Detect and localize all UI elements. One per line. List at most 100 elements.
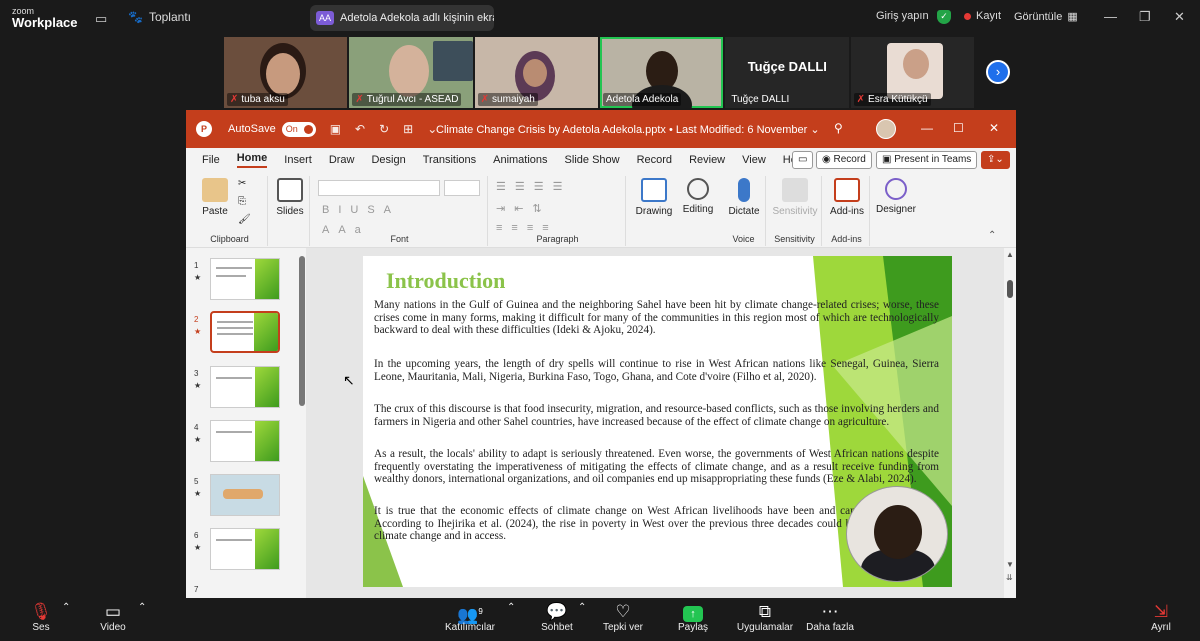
alignment-buttons[interactable]: ≡≡≡≡	[496, 222, 558, 234]
view-menu[interactable]: Görüntüle ▦	[1014, 10, 1078, 24]
muted-mic-icon: ✗	[355, 94, 364, 105]
minimize-icon[interactable]: —	[921, 121, 933, 135]
sign-in-link[interactable]: Giriş yapın	[876, 10, 929, 22]
slides-label: Slides	[276, 206, 304, 217]
slide-thumbnail[interactable]	[210, 528, 280, 570]
paste-button[interactable]: Paste	[198, 178, 232, 217]
copy-icon[interactable]: ⎘	[238, 196, 246, 207]
tab-review[interactable]: Review	[689, 154, 725, 166]
sensitivity-button[interactable]: Sensitivity	[770, 178, 820, 217]
undo-icon[interactable]: ↶	[355, 122, 365, 136]
slides-button[interactable]: Slides	[274, 178, 306, 217]
autosave-toggle[interactable]: On	[281, 121, 316, 137]
sensitivity-tag-icon	[782, 178, 808, 202]
video-button[interactable]: ▭ Video	[96, 602, 130, 633]
drawing-button[interactable]: Drawing	[632, 178, 676, 217]
close-icon[interactable]: ✕	[989, 121, 999, 135]
participant-tile[interactable]: ✗ tuba aksu	[224, 37, 348, 108]
participant-tile[interactable]: Tuğçe DALLI Tuğçe DALLI	[725, 37, 849, 108]
audio-button[interactable]: 🎙 Ses	[26, 602, 56, 633]
tab-home[interactable]: Home	[236, 152, 268, 168]
search-icon[interactable]: ⚲	[834, 121, 843, 135]
present-in-teams-button[interactable]: ▣ Present in Teams	[876, 151, 978, 169]
scroll-down-icon[interactable]: ▼	[1006, 560, 1014, 569]
save-icon[interactable]: ▣	[330, 122, 341, 136]
participant-tile-active-speaker[interactable]: Adetola Adekola	[599, 37, 724, 108]
slide-thumbnail[interactable]	[210, 258, 280, 300]
leave-button[interactable]: ⇲ Ayrıl	[1148, 602, 1174, 633]
tab-slide-show[interactable]: Slide Show	[565, 154, 620, 166]
react-button[interactable]: ♡ Tepki ver	[602, 602, 644, 633]
slide-number: 1 ★	[194, 261, 202, 282]
tab-draw[interactable]: Draw	[329, 154, 355, 166]
participants-button[interactable]: 👥9 Katılımcılar	[445, 602, 495, 633]
tab-transitions[interactable]: Transitions	[423, 154, 476, 166]
apps-button[interactable]: ⧉ Uygulamalar	[736, 602, 794, 633]
record-button[interactable]: ◉ Record	[816, 151, 872, 169]
share-arrow-icon: ↑	[683, 606, 703, 622]
direction-buttons[interactable]: ⇥⇤⇅	[496, 202, 551, 215]
editing-button[interactable]: Editing	[680, 178, 716, 215]
paw-icon: 🐾	[128, 10, 143, 24]
font-size-dropdown[interactable]	[444, 180, 480, 196]
tab-animations[interactable]: Animations	[493, 154, 547, 166]
next-slide-icon[interactable]: ⇊	[1006, 573, 1013, 582]
redo-icon[interactable]: ↻	[379, 122, 389, 136]
chat-chevron-icon[interactable]: ⌃	[578, 602, 586, 613]
close-icon[interactable]: ✕	[1174, 9, 1185, 25]
slide-thumbnail[interactable]	[210, 474, 280, 516]
designer-button[interactable]: Designer	[874, 178, 918, 215]
participant-tile[interactable]: ✗ sumaiyah	[474, 37, 598, 108]
audio-options-chevron-icon[interactable]: ⌃	[62, 602, 70, 613]
meeting-menu[interactable]: 🐾 Toplantı	[128, 10, 191, 24]
security-shield-icon[interactable]: ✓	[937, 10, 951, 24]
tab-view[interactable]: View	[742, 154, 766, 166]
slide-scrollbar[interactable]: ▲ ▼ ⇊	[1004, 248, 1016, 598]
slide-number-label: 5	[194, 477, 199, 486]
maximize-icon[interactable]: ☐	[953, 121, 964, 135]
minimize-icon[interactable]: —	[1104, 9, 1117, 24]
slide-paragraph: In the upcoming years, the length of dry…	[374, 358, 939, 383]
tab-insert[interactable]: Insert	[284, 154, 312, 166]
thumbnail-scrollbar[interactable]	[299, 256, 305, 406]
comments-icon[interactable]: ▭	[792, 151, 814, 169]
share-screen-button[interactable]: ↑ Paylaş	[676, 602, 710, 633]
tab-design[interactable]: Design	[371, 154, 405, 166]
format-painter-icon[interactable]: 🖌	[238, 214, 251, 225]
addins-button[interactable]: Add-ins	[826, 178, 868, 217]
screen-share-indicator[interactable]: AA Adetola Adekola adlı kişinin ekra ···	[310, 5, 494, 31]
presenter-camera-bubble[interactable]	[846, 486, 948, 582]
account-avatar[interactable]	[876, 119, 896, 139]
next-page-button[interactable]: ›	[986, 60, 1010, 84]
document-title[interactable]: Climate Change Crisis by Adetola Adekola…	[436, 123, 820, 136]
designer-label: Designer	[875, 204, 917, 215]
tab-file[interactable]: File	[202, 154, 220, 166]
slide-layout-icon	[277, 178, 303, 202]
slide-thumbnail[interactable]	[210, 420, 280, 462]
slide-thumbnail[interactable]	[210, 366, 280, 408]
chat-bubble-icon[interactable]: ▭	[95, 11, 107, 27]
slide-thumbnail-selected[interactable]	[210, 311, 280, 353]
tab-record[interactable]: Record	[637, 154, 672, 166]
participant-tile[interactable]: ✗ Tuğrul Avcı - ASEAD	[349, 37, 473, 108]
magnifier-icon	[687, 178, 709, 200]
scroll-thumb[interactable]	[1007, 280, 1013, 298]
cut-icon[interactable]: ✂	[238, 178, 246, 189]
scroll-up-icon[interactable]: ▲	[1006, 250, 1014, 259]
participants-chevron-icon[interactable]: ⌃	[507, 602, 515, 613]
chat-button[interactable]: 💬 Sohbet	[540, 602, 574, 633]
present-icon[interactable]: ⊞	[403, 122, 413, 136]
record-indicator[interactable]: Kayıt	[964, 10, 1001, 22]
more-button[interactable]: ⋯ Daha fazla	[806, 602, 854, 633]
font-format-buttons[interactable]: BIUSA	[322, 204, 400, 216]
dictate-button[interactable]: Dictate	[726, 178, 762, 217]
collapse-ribbon-icon[interactable]: ⌃	[988, 230, 996, 241]
font-name-dropdown[interactable]	[318, 180, 440, 196]
restore-icon[interactable]: ❐	[1139, 9, 1151, 25]
share-icon[interactable]: ⇪⌄	[981, 151, 1010, 169]
participant-tile[interactable]: ✗ Esra Kütükçü	[850, 37, 974, 108]
list-buttons[interactable]: ☰☰☰☰	[496, 180, 571, 193]
video-options-chevron-icon[interactable]: ⌃	[138, 602, 146, 613]
people-icon: 👥9	[457, 605, 483, 625]
sharer-badge: AA	[316, 11, 335, 25]
